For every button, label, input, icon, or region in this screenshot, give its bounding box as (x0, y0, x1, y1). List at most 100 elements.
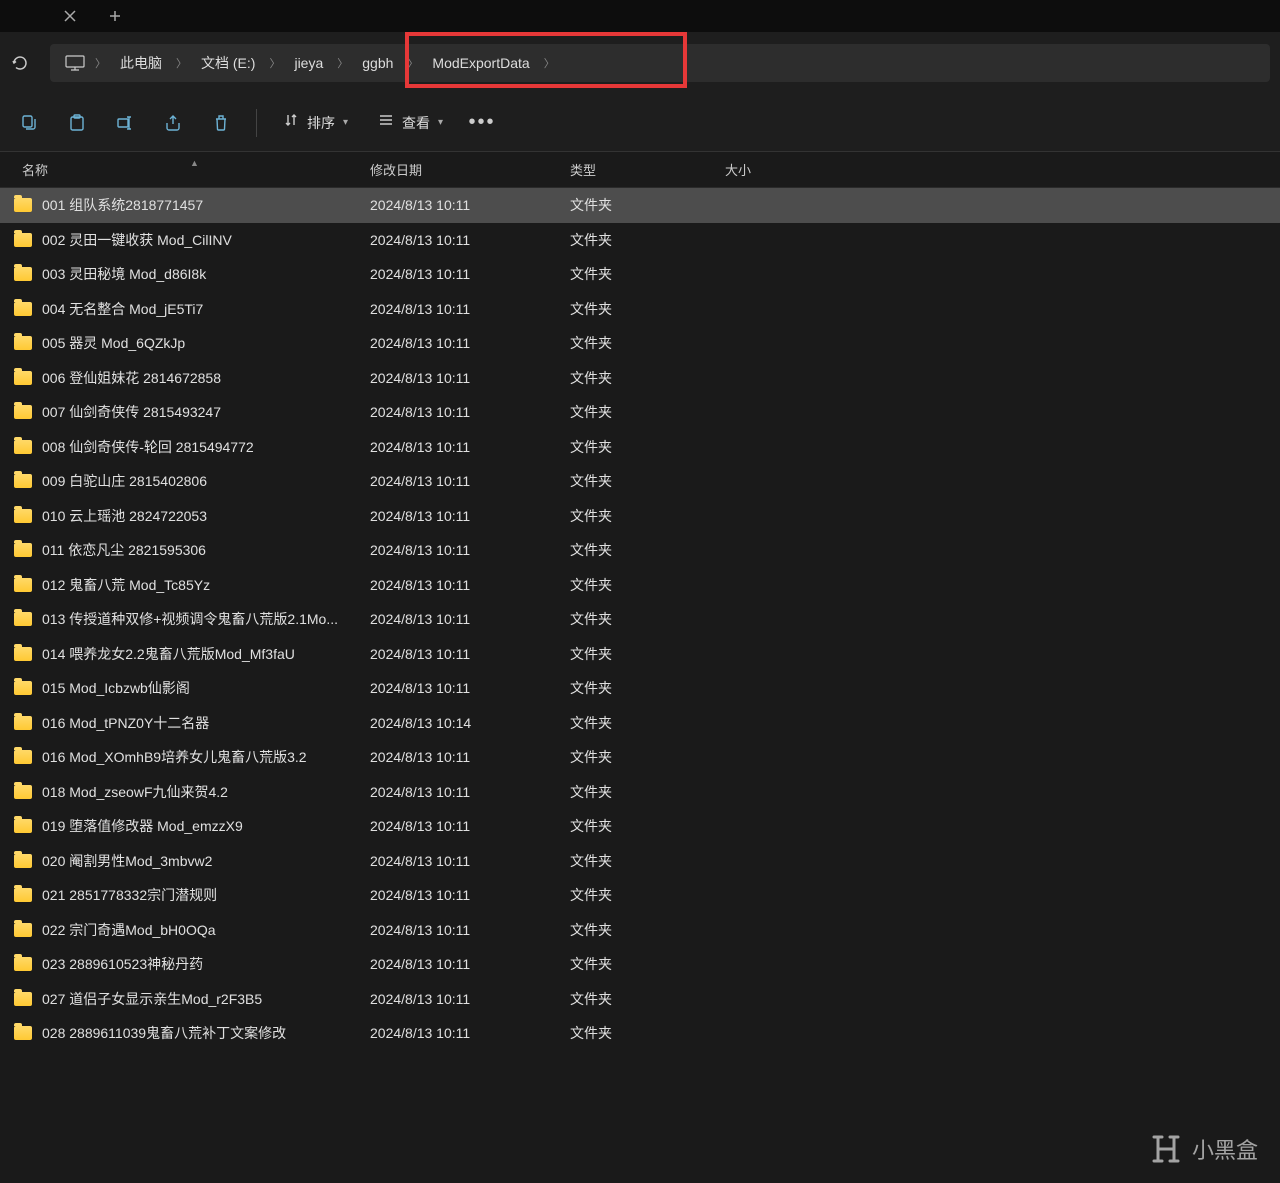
file-date: 2024/8/13 10:11 (360, 1025, 560, 1041)
folder-icon (14, 198, 32, 212)
column-name-header[interactable]: 名称 (0, 160, 360, 179)
folder-icon (14, 336, 32, 350)
folder-row[interactable]: 005 器灵 Mod_6QZkJp2024/8/13 10:11文件夹 (0, 326, 1280, 361)
file-name: 012 鬼畜八荒 Mod_Tc85Yz (42, 575, 360, 595)
new-tab-button[interactable] (95, 0, 135, 32)
column-date-header[interactable]: 修改日期 (360, 160, 560, 179)
folder-icon (14, 405, 32, 419)
folder-row[interactable]: 015 Mod_Icbzwb仙影阁2024/8/13 10:11文件夹 (0, 671, 1280, 706)
sort-button[interactable]: 排序 ▾ (273, 106, 358, 139)
folder-row[interactable]: 016 Mod_tPNZ0Y十二名器2024/8/13 10:14文件夹 (0, 706, 1280, 741)
breadcrumb-item[interactable]: 文档 (E:) (195, 49, 261, 77)
breadcrumb-item[interactable]: jieya (288, 51, 329, 75)
folder-icon (14, 440, 32, 454)
folder-row[interactable]: 023 2889610523神秘丹药2024/8/13 10:11文件夹 (0, 947, 1280, 982)
file-name: 016 Mod_tPNZ0Y十二名器 (42, 713, 360, 733)
address-box[interactable]: 〉此电脑〉文档 (E:)〉jieya〉ggbh〉ModExportData〉 (50, 44, 1270, 82)
file-type: 文件夹 (560, 644, 715, 664)
folder-icon (14, 578, 32, 592)
folder-row[interactable]: 007 仙剑奇侠传 28154932472024/8/13 10:11文件夹 (0, 395, 1280, 430)
file-type: 文件夹 (560, 575, 715, 595)
file-name: 014 喂养龙女2.2鬼畜八荒版Mod_Mf3faU (42, 644, 360, 664)
folder-row[interactable]: 016 Mod_XOmhB9培养女儿鬼畜八荒版3.22024/8/13 10:1… (0, 740, 1280, 775)
column-type-header[interactable]: 类型 (560, 160, 715, 179)
folder-icon (14, 923, 32, 937)
file-type: 文件夹 (560, 816, 715, 836)
folder-row[interactable]: 018 Mod_zseowF九仙来贺4.22024/8/13 10:11文件夹 (0, 775, 1280, 810)
folder-icon (14, 612, 32, 626)
file-date: 2024/8/13 10:11 (360, 508, 560, 524)
breadcrumb-item[interactable]: ModExportData (426, 51, 535, 75)
refresh-button[interactable] (10, 53, 30, 73)
file-date: 2024/8/13 10:14 (360, 715, 560, 731)
folder-row[interactable]: 014 喂养龙女2.2鬼畜八荒版Mod_Mf3faU2024/8/13 10:1… (0, 637, 1280, 672)
file-date: 2024/8/13 10:11 (360, 922, 560, 938)
more-button[interactable]: ••• (463, 104, 501, 142)
folder-row[interactable]: 009 白驼山庄 28154028062024/8/13 10:11文件夹 (0, 464, 1280, 499)
folder-row[interactable]: 010 云上瑶池 28247220532024/8/13 10:11文件夹 (0, 499, 1280, 534)
file-date: 2024/8/13 10:11 (360, 784, 560, 800)
folder-row[interactable]: 012 鬼畜八荒 Mod_Tc85Yz2024/8/13 10:11文件夹 (0, 568, 1280, 603)
file-date: 2024/8/13 10:11 (360, 611, 560, 627)
folder-icon (14, 371, 32, 385)
folder-row[interactable]: 001 组队系统28187714572024/8/13 10:11文件夹 (0, 188, 1280, 223)
file-name: 002 灵田一键收获 Mod_CilINV (42, 230, 360, 250)
file-name: 028 2889611039鬼畜八荒补丁文案修改 (42, 1023, 360, 1043)
folder-row[interactable]: 013 传授道种双修+视频调令鬼畜八荒版2.1Mo...2024/8/13 10… (0, 602, 1280, 637)
folder-row[interactable]: 020 阉割男性Mod_3mbvw22024/8/13 10:11文件夹 (0, 844, 1280, 879)
breadcrumb-item[interactable]: ggbh (356, 51, 399, 75)
plus-icon (109, 10, 121, 22)
folder-row[interactable]: 002 灵田一键收获 Mod_CilINV2024/8/13 10:11文件夹 (0, 223, 1280, 258)
chevron-right-icon: 〉 (176, 55, 187, 71)
copy-button[interactable] (10, 104, 48, 142)
file-type: 文件夹 (560, 506, 715, 526)
paste-button[interactable] (58, 104, 96, 142)
folder-row[interactable]: 021 2851778332宗门潜规则2024/8/13 10:11文件夹 (0, 878, 1280, 913)
file-list: 001 组队系统28187714572024/8/13 10:11文件夹002 … (0, 188, 1280, 1051)
close-tab-button[interactable] (50, 0, 90, 32)
folder-row[interactable]: 027 道侣子女显示亲生Mod_r2F3B52024/8/13 10:11文件夹 (0, 982, 1280, 1017)
file-date: 2024/8/13 10:11 (360, 887, 560, 903)
file-type: 文件夹 (560, 540, 715, 560)
file-name: 009 白驼山庄 2815402806 (42, 471, 360, 491)
refresh-icon (12, 55, 28, 71)
breadcrumb-item[interactable]: 此电脑 (114, 49, 168, 77)
file-name: 011 依恋凡尘 2821595306 (42, 540, 360, 560)
file-type: 文件夹 (560, 264, 715, 284)
folder-icon (14, 854, 32, 868)
folder-row[interactable]: 019 堕落值修改器 Mod_emzzX92024/8/13 10:11文件夹 (0, 809, 1280, 844)
file-date: 2024/8/13 10:11 (360, 818, 560, 834)
watermark-text: 小黑盒 (1192, 1133, 1258, 1165)
folder-row[interactable]: 011 依恋凡尘 28215953062024/8/13 10:11文件夹 (0, 533, 1280, 568)
file-name: 003 灵田秘境 Mod_d86I8k (42, 264, 360, 284)
chevron-right-icon: 〉 (544, 55, 555, 71)
folder-row[interactable]: 003 灵田秘境 Mod_d86I8k2024/8/13 10:11文件夹 (0, 257, 1280, 292)
file-date: 2024/8/13 10:11 (360, 749, 560, 765)
folder-row[interactable]: 008 仙剑奇侠传-轮回 28154947722024/8/13 10:11文件… (0, 430, 1280, 465)
file-type: 文件夹 (560, 609, 715, 629)
file-name: 007 仙剑奇侠传 2815493247 (42, 402, 360, 422)
delete-button[interactable] (202, 104, 240, 142)
file-type: 文件夹 (560, 368, 715, 388)
folder-icon (14, 509, 32, 523)
file-name: 010 云上瑶池 2824722053 (42, 506, 360, 526)
computer-icon (65, 55, 85, 71)
paste-icon (68, 114, 86, 132)
share-button[interactable] (154, 104, 192, 142)
folder-row[interactable]: 006 登仙姐妹花 28146728582024/8/13 10:11文件夹 (0, 361, 1280, 396)
folder-icon (14, 992, 32, 1006)
folder-icon (14, 233, 32, 247)
chevron-right-icon: 〉 (269, 55, 280, 71)
view-button[interactable]: 查看 ▾ (368, 106, 453, 139)
rename-button[interactable] (106, 104, 144, 142)
column-size-header[interactable]: 大小 (715, 160, 815, 179)
folder-icon (14, 785, 32, 799)
folder-row[interactable]: 028 2889611039鬼畜八荒补丁文案修改2024/8/13 10:11文… (0, 1016, 1280, 1051)
breadcrumb: 〉此电脑〉文档 (E:)〉jieya〉ggbh〉ModExportData〉 (95, 49, 555, 77)
watermark-logo-icon (1150, 1133, 1182, 1165)
folder-row[interactable]: 022 宗门奇遇Mod_bH0OQa2024/8/13 10:11文件夹 (0, 913, 1280, 948)
folder-row[interactable]: 004 无名整合 Mod_jE5Ti72024/8/13 10:11文件夹 (0, 292, 1280, 327)
file-name: 023 2889610523神秘丹药 (42, 954, 360, 974)
rename-icon (116, 114, 134, 132)
sort-label: 排序 (307, 113, 335, 133)
